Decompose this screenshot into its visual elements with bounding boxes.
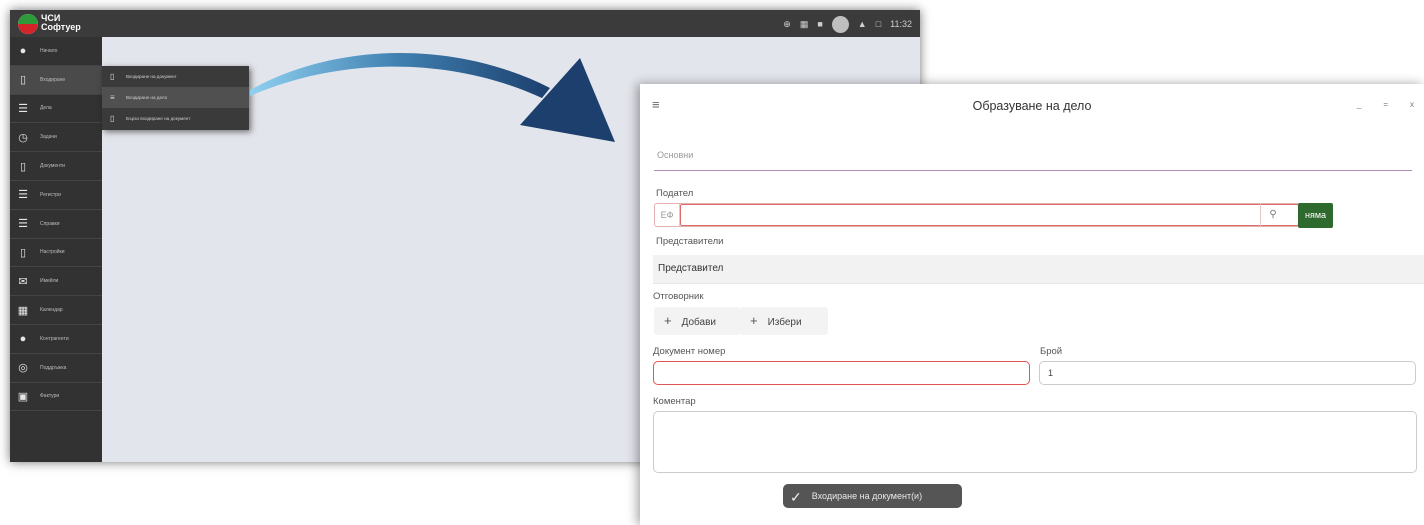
document-icon: ▯ <box>19 246 27 259</box>
dialog-title: Образуване на дело <box>972 99 1092 113</box>
sidebar-item-label: Задачи <box>40 134 57 141</box>
sidebar-item-tasks[interactable]: ◷ Задачи <box>10 123 102 153</box>
document-icon: ▯ <box>19 160 27 173</box>
sidebar-item-label: Дела <box>40 105 52 112</box>
document-icon: ▯ <box>110 114 115 123</box>
count-label: Брой <box>1040 346 1063 357</box>
clock-text: 11:32 <box>890 19 912 29</box>
invoice-icon: ▣ <box>17 390 29 403</box>
menu-item-label: Бързо входиране на документ <box>126 116 191 121</box>
sidebar-item-reports[interactable]: ☰ Справки <box>10 210 102 239</box>
sender-input[interactable] <box>680 204 1299 226</box>
sidebar-item-emails[interactable]: ✉ Имейли <box>10 267 102 297</box>
sidebar-item-label: Справки <box>40 220 60 227</box>
sidebar-item-settings[interactable]: ▯ Настройки <box>10 239 102 268</box>
curved-arrow-graphic <box>250 53 615 142</box>
tab-underline <box>654 170 1412 171</box>
plus-icon: + <box>750 313 758 328</box>
list-icon: ☰ <box>18 218 28 231</box>
menu-item-intake-case[interactable]: ≡ Входиране на дело <box>102 87 249 108</box>
logo-icon <box>18 14 38 34</box>
sidebar-item-label: Регистри <box>40 191 61 198</box>
sidebar-item-label: Входиране <box>40 76 66 83</box>
sender-prefix[interactable]: ЕФ <box>655 204 680 226</box>
comment-label: Коментар <box>653 396 696 407</box>
sidebar-item-invoices[interactable]: ▣ Фактури <box>10 383 102 412</box>
sidebar-item-contractors[interactable]: ● Контрагенти <box>10 325 102 354</box>
sidebar-item-label: Настройки <box>40 249 65 256</box>
sidebar-item-cases[interactable]: ☰ Дела <box>10 95 102 124</box>
choose-button-label: Избери <box>767 317 802 328</box>
add-button[interactable]: + Добави <box>654 307 740 335</box>
sidebar-item-calendar[interactable]: ▦ Календар <box>10 296 102 325</box>
person-icon: ● <box>19 332 27 345</box>
maximize-icon[interactable]: = <box>1383 100 1388 109</box>
document-icon: ▯ <box>110 72 115 81</box>
sidebar: ● Начало ▯ Входиране ☰ Дела ◷ Задачи ▯ Докуме… <box>10 37 102 462</box>
mail-icon: ✉ <box>18 275 28 288</box>
avatar[interactable] <box>831 15 849 33</box>
sidebar-item-intake[interactable]: ▯ Входиране <box>10 65 102 95</box>
menu-item-intake-document[interactable]: ▯ Входиране на документ <box>102 66 249 87</box>
representative-column-header: Представител <box>658 263 724 274</box>
sidebar-item-documents[interactable]: ▯ Документи <box>10 152 102 181</box>
list-icon: ☰ <box>18 102 28 115</box>
globe-icon[interactable]: ⊕ <box>783 19 791 29</box>
close-icon[interactable]: x <box>1410 100 1414 109</box>
add-button-label: Добави <box>681 317 716 328</box>
sidebar-item-label: Контрагенти <box>40 335 69 342</box>
minimize-icon[interactable]: _ <box>1357 100 1361 109</box>
sidebar-item-label: Календар <box>40 307 63 314</box>
app-top-bar: ЧСИ Софтуер ⊕ ▦ ■ ▲ □ 11:32 <box>10 10 920 37</box>
comment-textarea[interactable] <box>653 411 1417 473</box>
representatives-table-header: Представител <box>653 255 1424 284</box>
grid-icon[interactable]: ▦ <box>800 19 809 29</box>
plus-icon: + <box>664 313 672 328</box>
doc-number-label: Документ номер <box>653 346 726 357</box>
search-icon[interactable]: ⚲ <box>1260 204 1285 226</box>
choose-button[interactable]: + Избери <box>740 307 828 335</box>
respondent-label: Отговорник <box>653 291 704 302</box>
none-button[interactable]: няма <box>1298 203 1333 228</box>
menu-item-label: Входиране на документ <box>126 74 177 79</box>
sender-field: ЕФ <box>654 203 1300 227</box>
sidebar-item-label: Фактури <box>40 393 60 400</box>
submit-documents-button[interactable]: ✓ Входиране на документ(и) <box>783 484 962 508</box>
document-icon: ▯ <box>19 74 27 87</box>
calendar-icon: ▦ <box>17 304 29 317</box>
top-toolbar: ⊕ ▦ ■ ▲ □ 11:32 <box>783 15 912 33</box>
sidebar-item-label: Документи <box>40 163 65 170</box>
list-icon: ≡ <box>110 93 115 102</box>
tab-main[interactable]: Основни <box>657 150 693 160</box>
sidebar-item-support[interactable]: ◎ Поддръжка <box>10 354 102 383</box>
app-logo[interactable]: ЧСИ Софтуер <box>18 13 98 35</box>
list-icon: ☰ <box>18 189 28 202</box>
count-input[interactable]: 1 <box>1039 361 1416 385</box>
clock-icon: ◷ <box>18 131 28 144</box>
support-icon: ◎ <box>18 362 28 375</box>
chat-icon[interactable]: ■ <box>817 19 822 29</box>
sidebar-item-label: Поддръжка <box>40 364 67 371</box>
window-icon[interactable]: □ <box>876 19 881 29</box>
doc-number-input[interactable] <box>653 361 1030 385</box>
sidebar-item-home[interactable]: ● Начало <box>10 37 102 66</box>
sidebar-item-registers[interactable]: ☰ Регистри <box>10 181 102 210</box>
menu-item-label: Входиране на дело <box>126 95 168 100</box>
person-icon: ● <box>19 44 27 57</box>
sidebar-item-label: Имейли <box>40 278 59 285</box>
menu-item-quick-intake[interactable]: ▯ Бързо входиране на документ <box>102 108 249 129</box>
submit-button-label: Входиране на документ(и) <box>811 491 923 501</box>
representatives-label: Представители <box>656 236 724 247</box>
logo-line2: Софтуер <box>41 22 81 32</box>
window-controls: _ = x <box>1357 100 1414 109</box>
sender-label: Подател <box>656 188 694 199</box>
checkmark-icon: ✓ <box>790 488 802 505</box>
sidebar-item-label: Начало <box>40 47 58 54</box>
case-creation-dialog: ≡ Образуване на дело _ = x Основни Подат… <box>640 84 1424 525</box>
intake-flyout-menu: ▯ Входиране на документ ≡ Входиране на дел… <box>102 66 249 130</box>
bell-icon[interactable]: ▲ <box>858 19 867 29</box>
